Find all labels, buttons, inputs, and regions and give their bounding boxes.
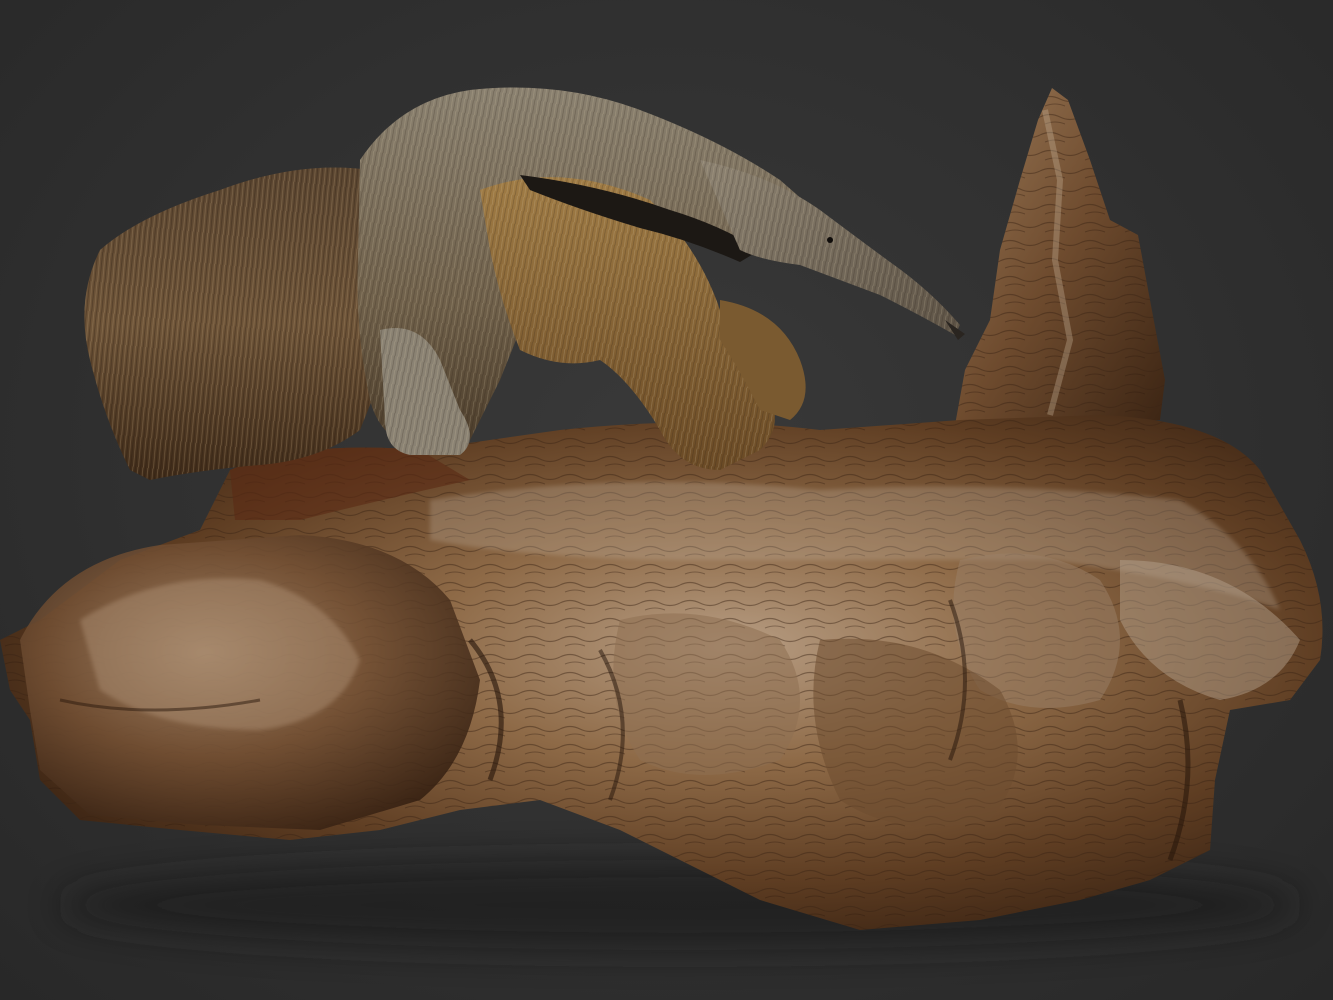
anteater-eye <box>827 237 833 243</box>
scene-canvas <box>0 87 1323 950</box>
render-viewport <box>0 0 1333 1000</box>
log <box>0 415 1323 930</box>
log-spike <box>955 88 1165 430</box>
anteater <box>84 87 965 480</box>
